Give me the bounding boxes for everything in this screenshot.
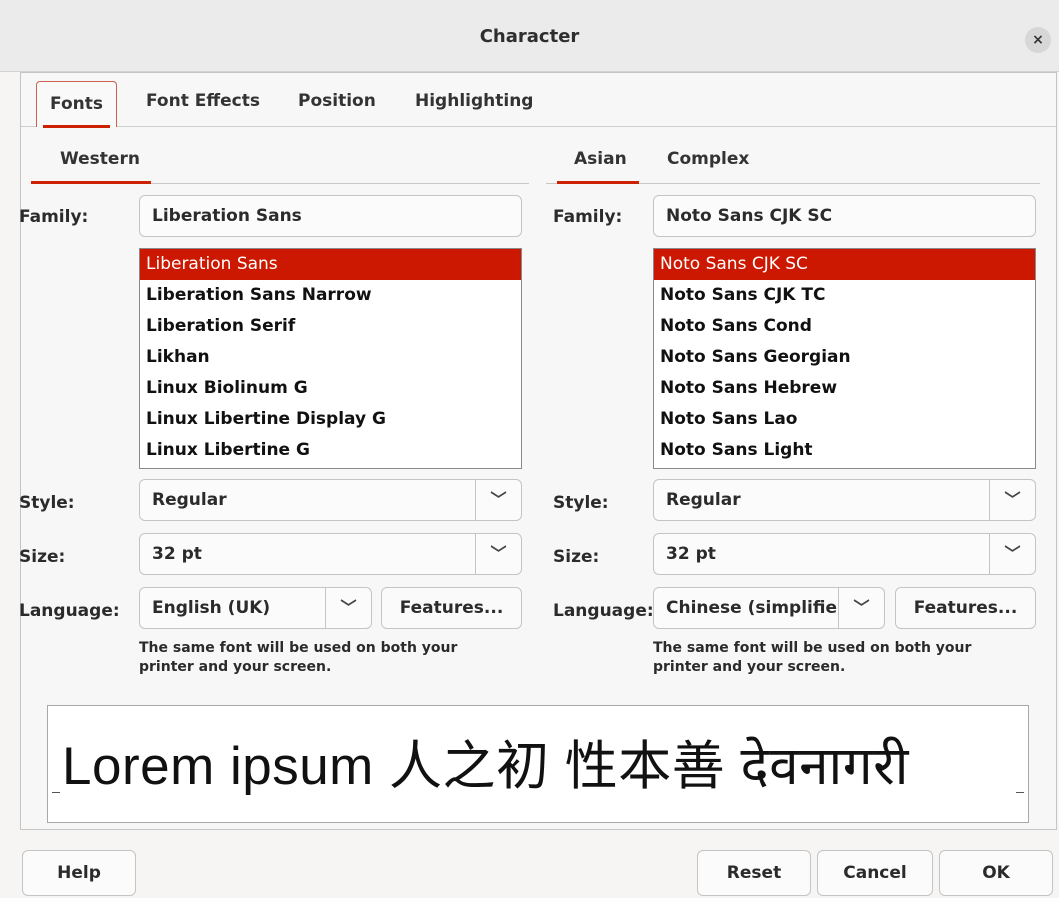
- list-item[interactable]: Linux Biolinum G: [140, 373, 521, 404]
- list-item[interactable]: Noto Sans Hebrew: [654, 373, 1035, 404]
- western-style-label: Style:: [19, 493, 75, 513]
- asian-style-label: Style:: [553, 493, 609, 513]
- subtab-western[interactable]: Western: [60, 149, 140, 169]
- chevron-down-icon[interactable]: ﹀: [475, 534, 521, 574]
- western-family-label: Family:: [19, 207, 89, 227]
- chevron-down-icon[interactable]: ﹀: [989, 480, 1035, 520]
- asian-family-label: Family:: [553, 207, 623, 227]
- list-item[interactable]: Liberation Sans Narrow: [140, 280, 521, 311]
- asian-style-value: Regular: [666, 490, 741, 510]
- list-item[interactable]: Noto Sans CJK TC: [654, 280, 1035, 311]
- asian-note-line1: The same font will be used on both your: [653, 640, 972, 656]
- ok-button[interactable]: OK: [939, 850, 1053, 896]
- preview-baseline-tick: [52, 792, 60, 793]
- western-note-line1: The same font will be used on both your: [139, 640, 458, 656]
- list-item[interactable]: Noto Sans Cond: [654, 311, 1035, 342]
- western-language-value: English (UK): [152, 598, 271, 618]
- font-preview: Lorem ipsum 人之初 性本善 देवनागरी: [47, 705, 1029, 823]
- western-tab-indicator: [31, 181, 151, 184]
- tab-font-effects[interactable]: Font Effects: [146, 91, 260, 111]
- asian-style-select[interactable]: Regular ﹀: [653, 479, 1036, 521]
- dialog-title: Character: [479, 26, 580, 47]
- list-item[interactable]: Likhan: [140, 342, 521, 373]
- western-style-select[interactable]: Regular ﹀: [139, 479, 522, 521]
- chevron-down-icon[interactable]: ﹀: [475, 480, 521, 520]
- help-button[interactable]: Help: [22, 850, 136, 896]
- western-size-select[interactable]: 32 pt ﹀: [139, 533, 522, 575]
- asian-size-select[interactable]: 32 pt ﹀: [653, 533, 1036, 575]
- list-item[interactable]: Liberation Serif: [140, 311, 521, 342]
- tab-bar: Fonts Font Effects Position Highlighting: [21, 73, 1056, 128]
- asian-note-line2: printer and your screen.: [653, 659, 846, 675]
- subtab-complex[interactable]: Complex: [667, 149, 749, 169]
- asian-language-label: Language:: [553, 601, 654, 621]
- list-item[interactable]: Noto Sans Georgian: [654, 342, 1035, 373]
- western-font-list[interactable]: Liberation Sans Liberation Sans Narrow L…: [139, 248, 522, 469]
- list-item[interactable]: Linux Libertine Display G: [140, 404, 521, 435]
- asian-language-select[interactable]: Chinese (simplifie ﹀: [653, 587, 885, 629]
- list-item[interactable]: Linux Libertine G: [140, 435, 521, 466]
- western-features-button[interactable]: Features...: [381, 587, 522, 629]
- western-size-value: 32 pt: [152, 544, 202, 564]
- asian-language-value: Chinese (simplifie: [666, 598, 837, 618]
- western-language-label: Language:: [19, 601, 120, 621]
- subtab-asian[interactable]: Asian: [574, 149, 627, 169]
- list-item[interactable]: Noto Sans Light: [654, 435, 1035, 466]
- western-size-label: Size:: [19, 547, 66, 567]
- western-language-select[interactable]: English (UK) ﹀: [139, 587, 372, 629]
- cancel-button[interactable]: Cancel: [817, 850, 933, 896]
- tab-position[interactable]: Position: [298, 91, 376, 111]
- list-item[interactable]: Noto Sans CJK SC: [654, 249, 1035, 280]
- title-bar: Character ×: [0, 0, 1059, 72]
- asian-features-button[interactable]: Features...: [895, 587, 1036, 629]
- dialog-body: Fonts Font Effects Position Highlighting…: [19, 72, 1057, 830]
- preview-baseline-tick: [1016, 792, 1024, 793]
- asian-tab-indicator: [557, 181, 639, 184]
- asian-font-list[interactable]: Noto Sans CJK SC Noto Sans CJK TC Noto S…: [653, 248, 1036, 469]
- list-item[interactable]: Liberation Sans: [140, 249, 521, 280]
- chevron-down-icon[interactable]: ﹀: [989, 534, 1035, 574]
- western-family-input[interactable]: Liberation Sans: [139, 195, 522, 237]
- reset-button[interactable]: Reset: [697, 850, 811, 896]
- preview-text: Lorem ipsum 人之初 性本善 देवनागरी: [62, 737, 909, 796]
- western-note-line2: printer and your screen.: [139, 659, 332, 675]
- tab-fonts[interactable]: Fonts: [36, 81, 117, 128]
- asian-size-label: Size:: [553, 547, 600, 567]
- close-icon[interactable]: ×: [1025, 27, 1051, 53]
- chevron-down-icon[interactable]: ﹀: [838, 588, 884, 628]
- list-item[interactable]: Noto Sans Lao: [654, 404, 1035, 435]
- chevron-down-icon[interactable]: ﹀: [325, 588, 371, 628]
- western-style-value: Regular: [152, 490, 227, 510]
- tab-highlighting[interactable]: Highlighting: [415, 91, 533, 111]
- asian-family-input[interactable]: Noto Sans CJK SC: [653, 195, 1036, 237]
- asian-size-value: 32 pt: [666, 544, 716, 564]
